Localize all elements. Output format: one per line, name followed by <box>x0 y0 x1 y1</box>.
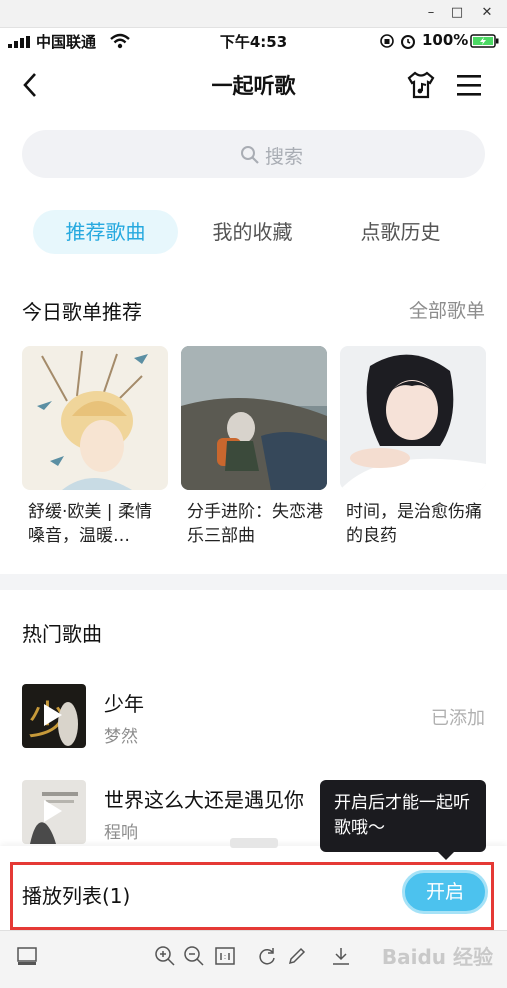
search-placeholder: 搜索 <box>265 146 304 168</box>
song-title: 少年 <box>104 692 144 716</box>
song-cover[interactable]: 少 <box>22 684 86 748</box>
battery-percentage: 100% <box>422 31 469 49</box>
section-title-hot-songs: 热门歌曲 <box>22 622 102 646</box>
baidu-watermark: Baidu 经验 <box>381 945 493 969</box>
maximize-button[interactable]: □ <box>446 3 468 23</box>
playlist-cover <box>340 346 486 490</box>
search-icon <box>241 146 259 164</box>
song-cover[interactable] <box>22 780 86 844</box>
song-title: 世界这么大还是遇见你 <box>104 788 304 812</box>
playlist-cover <box>22 346 168 490</box>
tab-bar: 推荐歌曲 我的收藏 点歌历史 <box>0 210 507 256</box>
zoom-in-icon[interactable] <box>154 945 176 967</box>
status-bar: 中国联通 下午4:53 100% <box>0 28 507 54</box>
close-window-button[interactable]: ✕ <box>476 3 498 23</box>
tab-recommended[interactable]: 推荐歌曲 <box>33 210 178 254</box>
open-button[interactable]: 开启 <box>402 870 488 914</box>
app-header: 一起听歌 <box>0 54 507 118</box>
song-artist: 梦然 <box>104 727 138 747</box>
tab-favorites[interactable]: 我的收藏 <box>180 210 325 254</box>
all-playlists-link[interactable]: 全部歌单 <box>409 296 485 323</box>
playlist-card[interactable]: 分手进阶：失恋港乐三部曲 <box>181 346 327 548</box>
battery-icon <box>470 34 499 48</box>
download-icon[interactable] <box>330 945 352 967</box>
rotate-icon[interactable] <box>256 945 278 967</box>
zoom-out-icon[interactable] <box>183 945 205 967</box>
menu-icon[interactable] <box>456 74 482 96</box>
window-titlebar: – □ ✕ <box>0 0 507 28</box>
playlist-name: 舒缓·欧美 | 柔情嗓音，温暖… <box>28 502 152 546</box>
playlist-card[interactable]: 时间，是治愈伤痛的良药 <box>340 346 486 548</box>
viewer-toolbar: Baidu 经验 <box>0 930 507 988</box>
playlist-name: 分手进阶：失恋港乐三部曲 <box>187 502 323 546</box>
sheet-drag-handle[interactable] <box>230 838 278 848</box>
search-bar[interactable]: 搜索 <box>22 130 485 178</box>
tshirt-music-icon[interactable] <box>406 70 436 100</box>
tooltip: 开启后才能一起听歌哦～ <box>320 780 486 860</box>
playlist-card[interactable]: 舒缓·欧美 | 柔情嗓音，温暖… <box>22 346 168 548</box>
playlist-name: 时间，是治愈伤痛的良药 <box>346 502 482 546</box>
section-divider <box>0 574 507 590</box>
song-status: 已添加 <box>431 708 485 729</box>
actual-size-icon[interactable] <box>214 945 236 967</box>
song-row[interactable]: 少 少年 梦然 已添加 <box>22 684 485 754</box>
play-icon[interactable] <box>44 800 62 822</box>
section-title-playlists: 今日歌单推荐 <box>22 300 142 324</box>
orientation-lock-icon <box>380 34 394 48</box>
edit-icon[interactable] <box>286 945 308 967</box>
thumbnail-icon[interactable] <box>16 945 38 967</box>
minimize-button[interactable]: – <box>420 3 442 23</box>
playlist-cover <box>181 346 327 490</box>
song-artist: 程响 <box>104 823 138 843</box>
alarm-icon <box>401 35 415 49</box>
play-icon[interactable] <box>44 704 62 726</box>
tab-history[interactable]: 点歌历史 <box>328 210 473 254</box>
